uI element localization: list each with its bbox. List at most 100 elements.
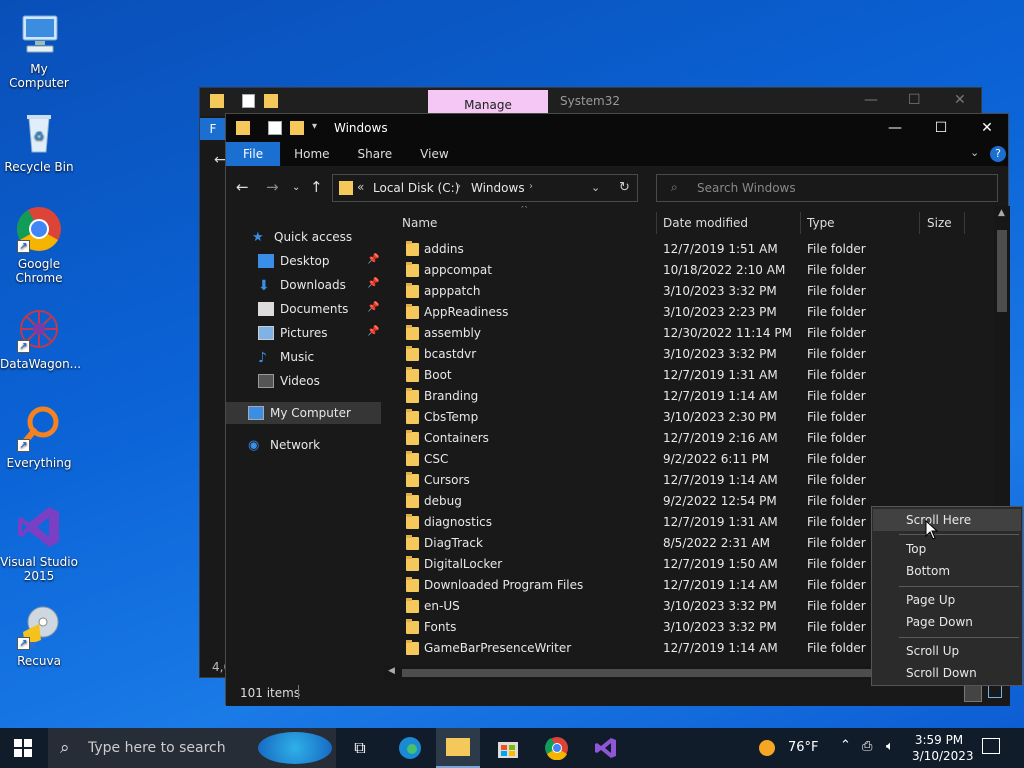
sidebar-item-network[interactable]: ◉ Network xyxy=(248,434,320,456)
forward-button[interactable]: → xyxy=(266,178,279,196)
menu-item-scroll-up[interactable]: Scroll Up xyxy=(873,640,1021,662)
taskbar-search-box[interactable]: ⌕ Type here to search xyxy=(48,728,336,768)
column-header-name[interactable]: Name xyxy=(402,212,437,234)
table-row[interactable]: CSC 9/2/2022 6:11 PM File folder xyxy=(384,449,994,470)
column-header-size[interactable]: Size xyxy=(927,212,952,234)
maximize-button[interactable]: ☐ xyxy=(918,114,964,142)
menu-item-top[interactable]: Top xyxy=(873,538,1021,560)
pin-icon[interactable]: 📌 xyxy=(367,302,379,313)
network-tray-icon[interactable]: ⎙ xyxy=(862,739,872,754)
sidebar-item-documents[interactable]: Documents xyxy=(258,298,384,320)
tab-file[interactable]: File xyxy=(226,142,281,166)
table-row[interactable]: Branding 12/7/2019 1:14 AM File folder xyxy=(384,386,994,407)
desktop-icon-my-computer[interactable]: My Computer xyxy=(0,10,78,90)
expand-ribbon-icon[interactable]: ⌄ xyxy=(970,146,979,159)
maximize-icon[interactable]: ☐ xyxy=(908,92,921,108)
desktop-icon-everything[interactable]: ↗ Everything xyxy=(0,404,78,470)
minimize-icon[interactable]: — xyxy=(864,92,878,108)
table-row[interactable]: appcompat 10/18/2022 2:10 AM File folder xyxy=(384,260,994,281)
table-row[interactable]: addins 12/7/2019 1:51 AM File folder xyxy=(384,239,994,260)
menu-item-scroll-down[interactable]: Scroll Down xyxy=(873,662,1021,684)
chevron-right-icon[interactable]: › xyxy=(457,181,461,192)
menu-item-scroll-here[interactable]: Scroll Here xyxy=(873,509,1021,531)
sidebar-item-quick-access[interactable]: ★ Quick access xyxy=(252,226,352,248)
new-folder-icon[interactable] xyxy=(290,121,304,135)
edge-icon[interactable] xyxy=(398,736,422,760)
microsoft-store-icon[interactable] xyxy=(496,736,520,760)
back-button[interactable]: ← xyxy=(236,178,249,196)
visual-studio-icon xyxy=(15,503,63,551)
chevron-right-icon[interactable]: › xyxy=(529,181,533,192)
search-input[interactable]: ⌕ Search Windows xyxy=(656,174,998,202)
scroll-up-arrow-icon[interactable]: ▲ xyxy=(998,208,1005,218)
desktop-icon-datawagon[interactable]: ↗ DataWagon... xyxy=(0,305,81,371)
sidebar-item-music[interactable]: ♪ Music xyxy=(258,346,314,368)
menu-item-bottom[interactable]: Bottom xyxy=(873,560,1021,582)
show-hidden-icons-chevron-up-icon[interactable]: ⌃ xyxy=(840,738,851,753)
pin-icon[interactable]: 📌 xyxy=(367,326,379,337)
breadcrumb-local-disk[interactable]: Local Disk (C:) xyxy=(373,181,459,195)
weather-sun-icon[interactable] xyxy=(759,740,775,756)
table-row[interactable]: Cursors 12/7/2019 1:14 AM File folder xyxy=(384,470,994,491)
minimize-button[interactable]: — xyxy=(872,114,918,142)
scroll-left-arrow-icon[interactable]: ◀ xyxy=(388,666,395,676)
table-row[interactable]: Boot 12/7/2019 1:31 AM File folder xyxy=(384,365,994,386)
desktop-icon-recycle-bin[interactable]: ♻ Recycle Bin xyxy=(0,108,78,174)
visual-studio-taskbar-icon[interactable] xyxy=(594,736,618,760)
table-row[interactable]: bcastdvr 3/10/2023 3:32 PM File folder xyxy=(384,344,994,365)
breadcrumb-windows[interactable]: Windows xyxy=(471,181,525,195)
task-view-icon[interactable]: ⧉ xyxy=(348,736,372,760)
table-row[interactable]: apppatch 3/10/2023 3:32 PM File folder xyxy=(384,281,994,302)
up-button[interactable]: ↑ xyxy=(310,178,323,196)
sidebar-item-pictures[interactable]: Pictures xyxy=(258,322,384,344)
sidebar-item-videos[interactable]: Videos xyxy=(258,370,320,392)
file-explorer-taskbar-button[interactable] xyxy=(436,728,480,768)
table-row[interactable]: CbsTemp 3/10/2023 2:30 PM File folder xyxy=(384,407,994,428)
chrome-taskbar-icon[interactable] xyxy=(545,736,569,761)
table-row[interactable]: AppReadiness 3/10/2023 2:23 PM File folder xyxy=(384,302,994,323)
menu-item-page-up[interactable]: Page Up xyxy=(873,589,1021,611)
manage-tab[interactable]: Manage xyxy=(428,90,548,114)
refresh-icon[interactable]: ↻ xyxy=(619,180,630,195)
sidebar-item-my-computer[interactable]: My Computer xyxy=(226,402,381,424)
weather-temperature[interactable]: 76°F xyxy=(788,740,819,755)
tab-view[interactable]: View xyxy=(406,142,462,166)
address-bar[interactable]: « Local Disk (C:) › Windows › ⌄ ↻ xyxy=(332,174,638,202)
horizontal-scroll-thumb[interactable] xyxy=(402,669,872,677)
properties-icon[interactable] xyxy=(268,121,282,135)
recent-locations-icon[interactable]: ⌄ xyxy=(292,182,300,193)
desktop-icon-google-chrome[interactable]: ↗ Google Chrome xyxy=(0,205,78,285)
volume-icon[interactable]: 🔈︎ xyxy=(886,739,894,754)
pin-icon[interactable]: 📌 xyxy=(367,278,379,289)
tab-share[interactable]: Share xyxy=(344,142,407,166)
close-button[interactable]: ✕ xyxy=(964,114,1010,142)
table-row[interactable]: assembly 12/30/2022 11:14 PM File folder xyxy=(384,323,994,344)
file-date-modified: 12/7/2019 1:14 AM xyxy=(663,389,778,403)
table-row[interactable]: Containers 12/7/2019 2:16 AM File folder xyxy=(384,428,994,449)
desktop-icon-visual-studio[interactable]: Visual Studio 2015 xyxy=(0,503,78,583)
system-clock[interactable]: 3:59 PM 3/10/2023 xyxy=(912,732,974,764)
sidebar-item-downloads[interactable]: ⬇ Downloads xyxy=(258,274,384,296)
notifications-icon[interactable] xyxy=(982,738,1000,754)
pin-icon[interactable]: 📌 xyxy=(367,254,379,265)
background-titlebar[interactable]: Manage System32 — ☐ ✕ xyxy=(200,88,981,116)
sidebar-item-desktop[interactable]: Desktop xyxy=(258,250,384,272)
column-header-type[interactable]: Type xyxy=(807,212,835,234)
address-dropdown-icon[interactable]: ⌄ xyxy=(591,181,600,194)
desktop-icon-recuva[interactable]: ↗ Recuva xyxy=(0,602,78,668)
large-icons-view-icon[interactable] xyxy=(988,684,1002,698)
background-file-tab[interactable]: F xyxy=(200,118,226,140)
scroll-thumb[interactable] xyxy=(997,230,1007,312)
customize-toolbar-icon[interactable]: ▾ xyxy=(312,121,317,132)
details-view-icon[interactable] xyxy=(964,684,982,702)
titlebar[interactable]: ▾ Windows — ☐ ✕ xyxy=(226,114,1008,142)
start-button[interactable] xyxy=(14,739,32,760)
file-type: File folder xyxy=(807,368,866,382)
back-arrow-icon[interactable]: ← xyxy=(214,152,226,168)
menu-item-page-down[interactable]: Page Down xyxy=(873,611,1021,633)
close-icon[interactable]: ✕ xyxy=(954,92,966,108)
column-header-date-modified[interactable]: Date modified xyxy=(663,212,748,234)
help-icon[interactable]: ? xyxy=(990,146,1006,162)
file-name: Fonts xyxy=(424,620,457,634)
tab-home[interactable]: Home xyxy=(280,142,343,166)
